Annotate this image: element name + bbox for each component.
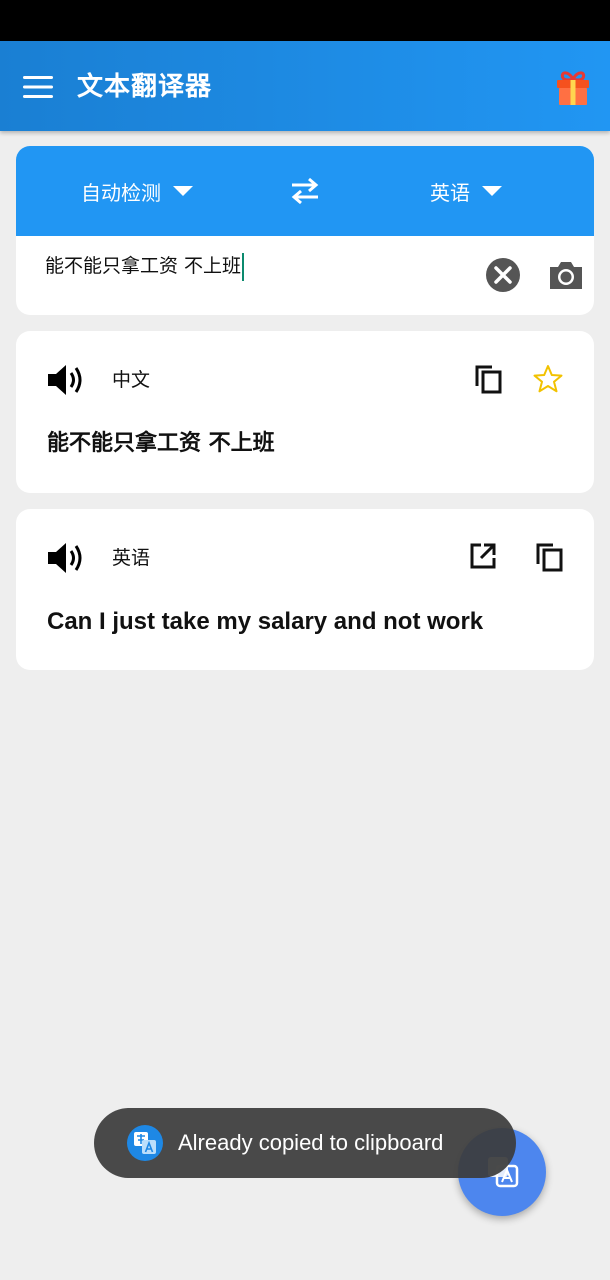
caret-down-icon [482, 186, 502, 196]
input-text-value: 能不能只拿工资 不上班 [45, 255, 242, 277]
star-icon[interactable] [533, 364, 563, 394]
source-result-text: 能不能只拿工资 不上班 [47, 431, 275, 456]
toast: Already copied to clipboard [94, 1108, 516, 1178]
app-title: 文本翻译器 [77, 72, 213, 102]
copy-icon[interactable] [474, 364, 502, 394]
caret-down-icon [173, 186, 193, 196]
toast-message: Already copied to clipboard [178, 1130, 444, 1155]
speaker-icon[interactable] [46, 362, 86, 398]
target-language-label: 英语 [430, 180, 470, 205]
source-result-language: 中文 [112, 369, 151, 391]
target-language-selector[interactable]: 英语 [430, 146, 502, 236]
status-bar [0, 0, 610, 41]
open-external-icon[interactable] [469, 542, 497, 570]
target-result-card: 英语 Can I just take my salary and not wor… [16, 509, 594, 670]
source-language-label: 自动检测 [81, 180, 161, 205]
target-result-text: Can I just take my salary and not work [47, 608, 484, 635]
speaker-icon[interactable] [46, 540, 86, 576]
gift-icon[interactable] [554, 68, 592, 106]
target-result-language: 英语 [112, 547, 151, 569]
source-language-selector[interactable]: 自动检测 [81, 146, 193, 236]
app-bar: 文本翻译器 [0, 41, 610, 131]
swap-languages-icon[interactable] [290, 177, 320, 205]
input-card: 自动检测 英语 能不能只拿工资 不上班 [16, 146, 594, 315]
copy-icon[interactable] [535, 542, 563, 572]
text-input[interactable]: 能不能只拿工资 不上班 [45, 250, 245, 282]
language-bar: 自动检测 英语 [16, 146, 594, 236]
text-cursor [242, 252, 245, 281]
translate-app-icon [127, 1125, 163, 1161]
source-result-card: 中文 能不能只拿工资 不上班 [16, 331, 594, 493]
clear-icon[interactable] [485, 257, 521, 293]
camera-icon[interactable] [547, 259, 585, 291]
menu-icon[interactable] [23, 76, 53, 98]
